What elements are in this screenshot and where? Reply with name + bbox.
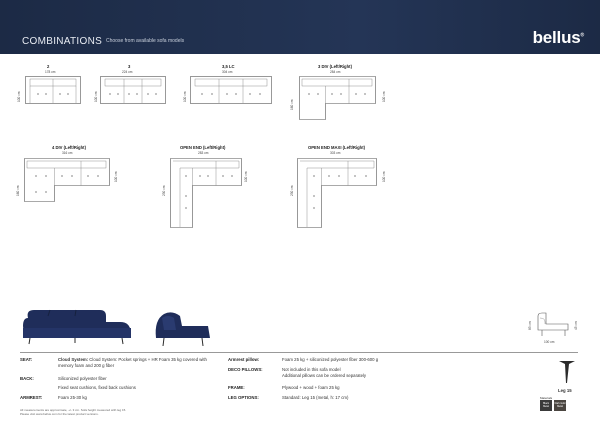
width-dim: 224 cm <box>122 70 133 74</box>
seat-height-dim: 45 cm <box>574 321 578 330</box>
spec-back-value: Siliconized polyester fiber Fixed seat c… <box>58 376 136 391</box>
model-label: 3,5 LC <box>222 64 235 69</box>
depth-dim: 100 cm <box>382 171 386 182</box>
model-label: 2 <box>47 64 50 69</box>
model-label: OPEN END MAXI (Left/Right) <box>308 145 365 150</box>
model-label: 3 <box>128 64 131 69</box>
width-dim: 178 cm <box>45 70 56 74</box>
spec-armrest-value: Foam 25-30 kg <box>58 395 87 400</box>
brand-logo: bellus® <box>532 28 585 48</box>
model-3-plan <box>100 76 166 104</box>
depth-dim: 100 cm <box>183 91 187 102</box>
width-dim: 304 cm <box>222 70 233 74</box>
page-subtitle: Choose from available sofa models <box>106 38 185 44</box>
model-label: OPEN END (Left/Right) <box>180 145 226 150</box>
depth-dim: 100 cm <box>17 91 21 102</box>
depth2-dim: 230 cm <box>290 185 294 196</box>
depth2-dim: 160 cm <box>16 185 20 196</box>
sofa-photo-side <box>155 312 210 347</box>
spec-leg-label: LEG OPTIONS: <box>228 395 259 400</box>
depth2-dim: 160 cm <box>290 99 294 110</box>
leg-name: Leg 15 <box>558 388 572 393</box>
leg-icon <box>559 361 575 383</box>
spec-armrest-pillow-value: Foam 25 kg + siliconized polyester fiber… <box>282 357 379 362</box>
header-banner: COMBINATIONS Choose from available sofa … <box>0 0 600 54</box>
spec-armrest-pillow-label: Armrest pillow: <box>228 357 260 362</box>
depth-dim: 100 cm <box>114 171 118 182</box>
width-dim: 284 cm <box>330 70 341 74</box>
spec-seat-label: SEAT: <box>20 357 33 362</box>
spec-deco-value: Not included in this sofa model Addition… <box>282 367 367 379</box>
spec-back-label: BACK: <box>20 376 34 381</box>
width-dim: 316 cm <box>62 151 73 155</box>
spec-seat-value: Cloud System: Cloud System: Pocket sprin… <box>58 357 207 369</box>
width-dim: 283 cm <box>198 151 209 155</box>
width-dim: 303 cm <box>330 151 341 155</box>
depth2-dim: 230 cm <box>162 185 166 196</box>
spec-frame-label: FRAME: <box>228 385 245 390</box>
divider <box>20 352 578 353</box>
depth-dim: 100 cm <box>382 91 386 102</box>
side-depth-dim: 100 cm <box>544 340 555 344</box>
height-dim: 83 cm <box>528 321 532 330</box>
footnote: All measurements are approximate, +/- 3 … <box>20 408 127 416</box>
brand-mark: ® <box>580 32 585 39</box>
brand-name: bellus <box>532 28 581 47</box>
model-4-div-plan <box>24 158 110 202</box>
sofa-photo-front <box>23 309 131 345</box>
depth-dim: 100 cm <box>244 171 248 182</box>
model-label: 4 DIV (Left/Right) <box>52 145 86 150</box>
model-label: 3 DIV (Left/Right) <box>318 64 352 69</box>
spec-frame-value: Plywood + wood + foam 25 kg <box>282 385 340 390</box>
model-3-5-lc-plan <box>190 76 272 104</box>
swatch-dark-gold-metal: Dark Gold Metal <box>554 400 566 411</box>
model-2-plan <box>25 76 81 104</box>
spec-leg-value: Standard: Leg 15 (metal, h: 17 cm) <box>282 395 349 400</box>
spec-deco-label: DECO PILLOWS: <box>228 367 263 372</box>
side-view-drawing <box>537 312 569 336</box>
swatch-black-metal: Black Metal <box>540 400 552 411</box>
model-open-end-maxi-plan <box>297 158 377 228</box>
spec-armrest-label: ARMREST: <box>20 395 43 400</box>
seat-system-name: Cloud System: <box>58 357 89 362</box>
model-open-end-plan <box>170 158 242 228</box>
page-title: COMBINATIONS <box>22 36 103 47</box>
model-3-div-plan <box>299 76 376 120</box>
depth-dim: 100 cm <box>94 91 98 102</box>
